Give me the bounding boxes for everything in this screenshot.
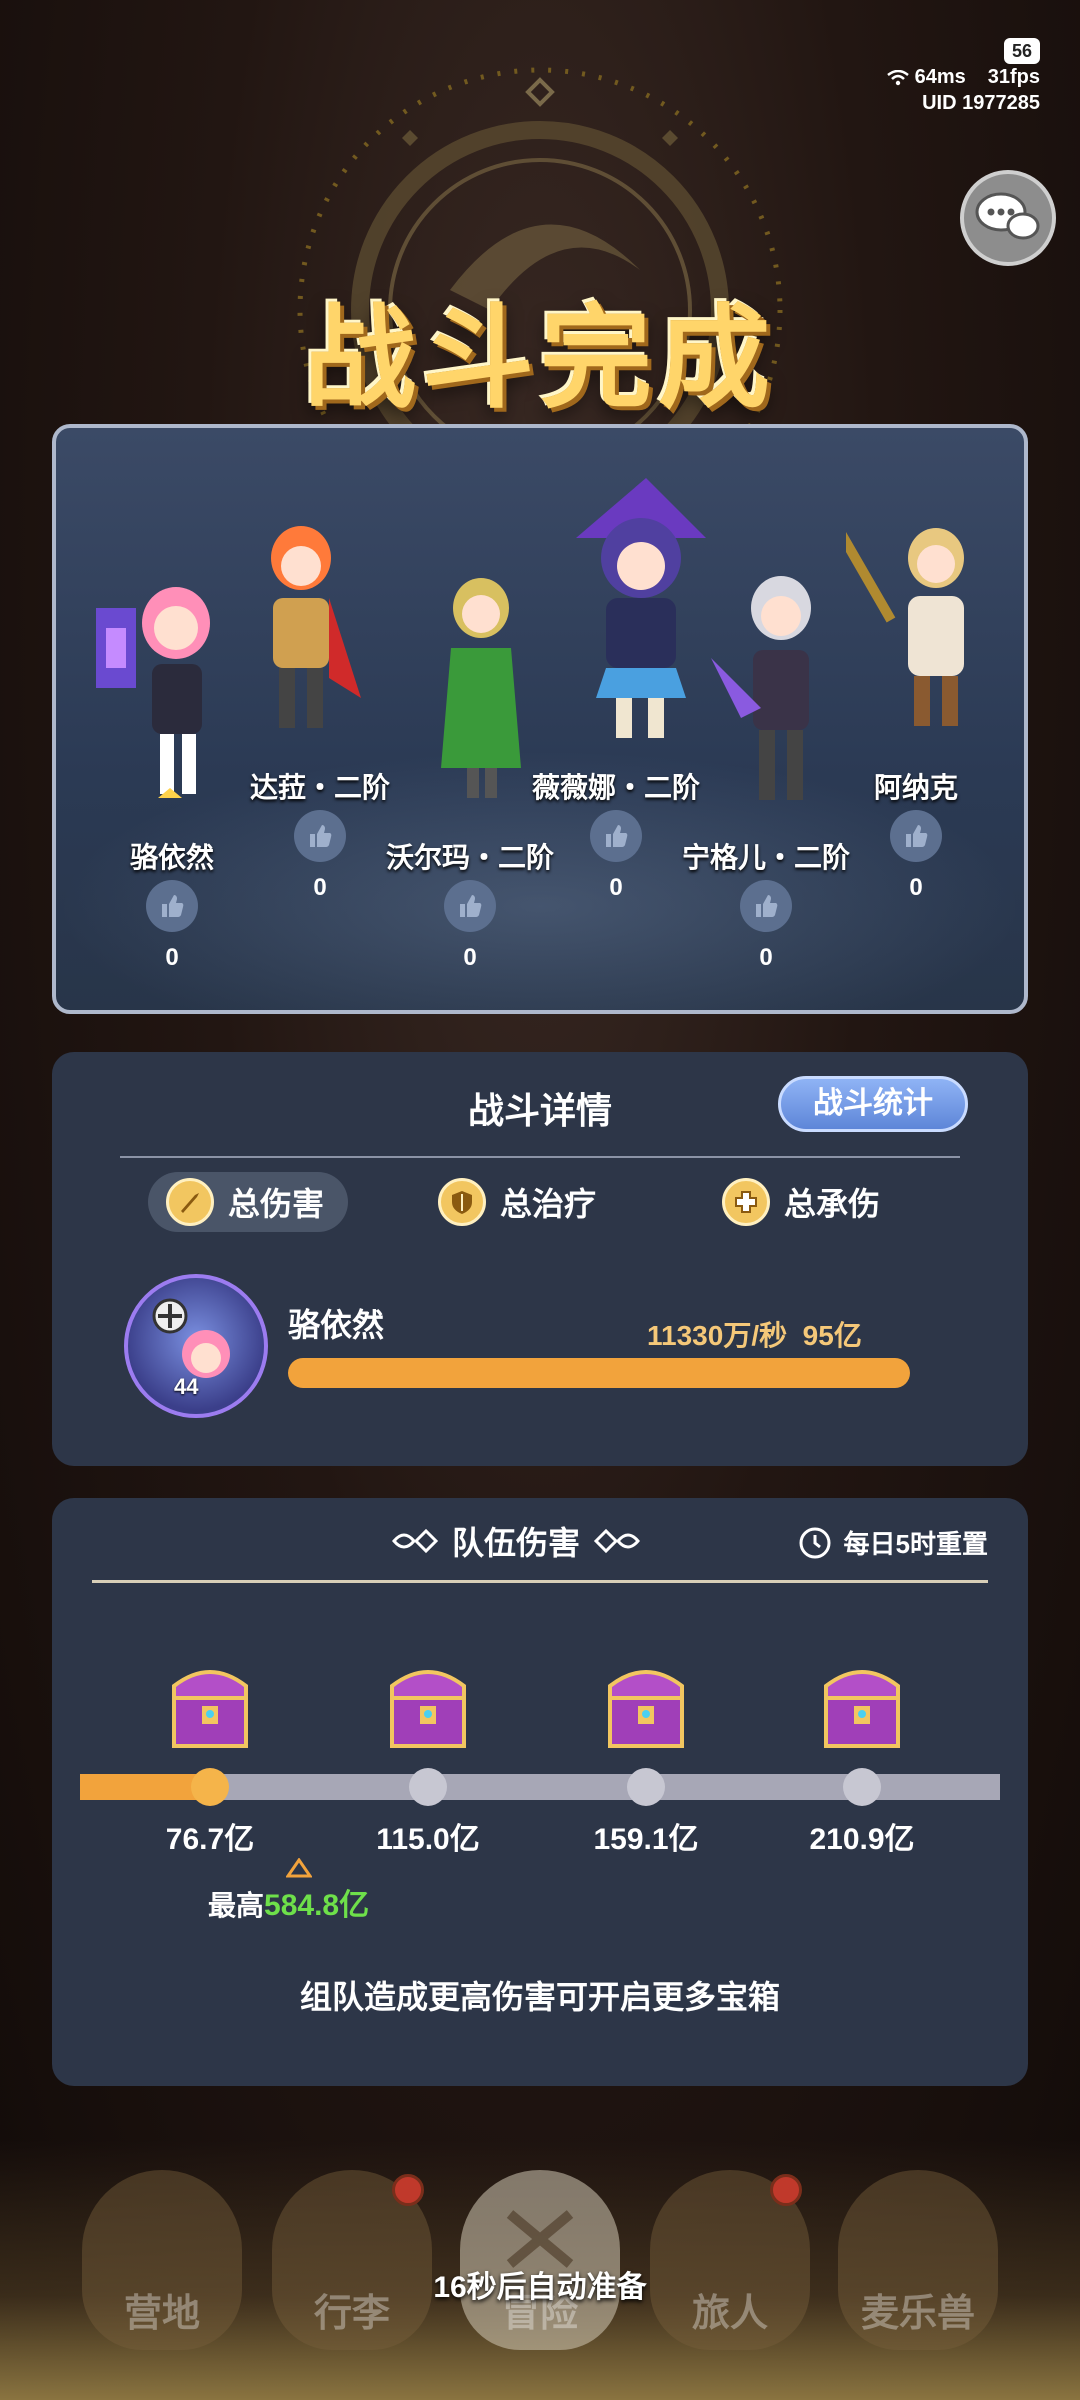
best-damage: 最高584.8亿 (208, 1889, 370, 1922)
treasure-chest-icon[interactable] (820, 1658, 904, 1750)
hero-portrait (271, 526, 361, 728)
ping-readout: 64ms (887, 64, 966, 90)
nav-travelers[interactable]: 旅人 (650, 2170, 810, 2350)
shield-icon (438, 1178, 486, 1226)
auto-ready-countdown: 16秒后自动准备 (433, 2271, 647, 2304)
tab-total-healing[interactable]: 总治疗 (438, 1172, 596, 1232)
ornament-left-icon (392, 1528, 439, 1554)
milestone-threshold: 210.9亿 (809, 1823, 915, 1856)
damage-readout: 11330万/秒 95亿 (647, 1320, 862, 1351)
top-hero-name: 骆依然 (288, 1307, 385, 1343)
thumbs-up-icon (310, 825, 332, 847)
progress-milestone (627, 1768, 665, 1806)
tab-total-damage[interactable]: 总伤害 (148, 1172, 349, 1232)
notification-badge (392, 2174, 424, 2206)
nav-pets[interactable]: 麦乐兽 (838, 2170, 998, 2350)
thumbs-up-icon (162, 895, 184, 917)
notification-badge (770, 2174, 802, 2206)
like-count: 0 (463, 944, 477, 971)
nav-adventure[interactable]: 冒险 (460, 2170, 620, 2350)
divider (120, 1156, 960, 1158)
like-button[interactable] (444, 880, 496, 932)
hero-name: 阿纳克 (873, 772, 959, 803)
like-button[interactable] (146, 880, 198, 932)
fps-readout: 31fps (987, 66, 1040, 88)
progress-milestone (409, 1768, 447, 1806)
team-damage-card: 队伍伤害 每日5时重置 76.7亿 115.0亿 159.1亿 210.9亿 最… (52, 1498, 1028, 2086)
team-tip-text: 组队造成更高伤害可开启更多宝箱 (299, 1979, 780, 2015)
chat-button[interactable] (960, 170, 1056, 266)
hero-name: 沃尔玛・二阶 (385, 842, 555, 873)
tab-total-damage-taken[interactable]: 总承伤 (722, 1172, 880, 1232)
nav-camp[interactable]: 营地 (82, 2170, 242, 2350)
avatar: 44 (124, 1274, 268, 1418)
hero-portrait (846, 513, 964, 726)
like-count: 0 (165, 944, 179, 971)
like-count: 0 (313, 874, 327, 901)
hero-showcase-panel: 骆依然 0 达菈・二阶 0 沃尔玛・二阶 0 薇薇娜・二阶 0 宁格儿・二阶 0… (52, 424, 1028, 1014)
hero-name: 达菈・二阶 (249, 772, 391, 803)
treasure-chest-icon[interactable] (386, 1658, 470, 1750)
team-damage-title: 队伍伤害 (392, 1518, 640, 1564)
hero-name: 薇薇娜・二阶 (531, 772, 701, 803)
divider (92, 1580, 988, 1583)
wifi-icon (887, 69, 909, 85)
daily-reset-info: 每日5时重置 (798, 1524, 988, 1561)
damage-bar-fill (288, 1358, 910, 1388)
treasure-chest-icon[interactable] (604, 1658, 688, 1750)
milestone-threshold: 115.0亿 (376, 1823, 480, 1856)
cross-shield-icon (722, 1178, 770, 1226)
like-button[interactable] (740, 880, 792, 932)
like-button[interactable] (294, 810, 346, 862)
battle-details-card: 战斗详情 战斗统计 总伤害 总治疗 总承伤 44 骆依然 11330万/秒 95… (52, 1052, 1028, 1466)
milestone-threshold: 76.7亿 (165, 1823, 255, 1856)
triangle-marker-icon (286, 1858, 312, 1878)
hero-portrait (711, 576, 811, 800)
damage-bar (288, 1358, 910, 1388)
progress-milestone (843, 1768, 881, 1806)
like-count: 0 (609, 874, 623, 901)
battle-stats-button[interactable]: 战斗统计 (778, 1076, 968, 1132)
sword-icon (166, 1178, 214, 1226)
status-overlay: 56 64ms 31fps UID 1977285 (887, 38, 1040, 116)
hero-portrait (441, 578, 521, 798)
nav-luggage[interactable]: 行李 (272, 2170, 432, 2350)
thumbs-up-icon (606, 825, 628, 847)
like-button[interactable] (590, 810, 642, 862)
treasure-chest-icon[interactable] (168, 1658, 252, 1750)
hero-name: 骆依然 (129, 842, 215, 873)
like-button[interactable] (890, 810, 942, 862)
milestone-threshold: 159.1亿 (593, 1823, 699, 1856)
battery-indicator: 56 (1003, 38, 1040, 64)
like-count: 0 (909, 874, 923, 901)
chat-bubbles-icon (975, 192, 1040, 240)
like-count: 0 (759, 944, 773, 971)
hero-portrait (96, 587, 210, 798)
progress-milestone (191, 1768, 229, 1806)
hero-name: 宁格儿・二阶 (681, 842, 851, 873)
uid-readout: UID 1977285 (922, 92, 1040, 114)
thumbs-up-icon (756, 895, 778, 917)
clock-icon (799, 1527, 831, 1558)
ornament-right-icon (593, 1528, 640, 1554)
thumbs-up-icon (906, 825, 928, 847)
thumbs-up-icon (460, 895, 482, 917)
level-badge: 44 (174, 1374, 199, 1399)
battle-complete-title: 战斗完成 (304, 296, 776, 421)
